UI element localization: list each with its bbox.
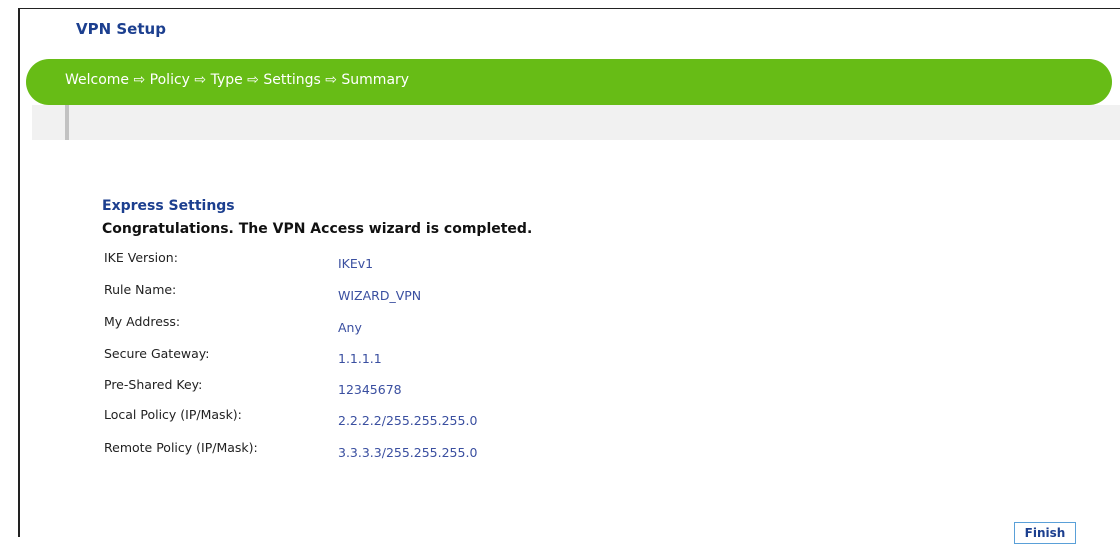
page: VPN Setup Welcome ⇨ Policy ⇨ Type ⇨ Sett… [0, 0, 1120, 544]
pre-shared-key-value: 12345678 [338, 382, 402, 397]
finish-button[interactable]: Finish [1014, 522, 1076, 544]
pre-shared-key-label: Pre-Shared Key: [104, 377, 203, 392]
ike-version-label: IKE Version: [104, 250, 178, 265]
rule-name-label: Rule Name: [104, 282, 177, 297]
divider [65, 105, 69, 140]
section-title: Express Settings [102, 198, 235, 214]
page-title: VPN Setup [76, 20, 166, 38]
completion-message: Congratulations. The VPN Access wizard i… [102, 221, 533, 237]
my-address-value: Any [338, 320, 362, 335]
local-policy-label: Local Policy (IP/Mask): [104, 407, 242, 422]
ike-version-value: IKEv1 [338, 256, 374, 271]
remote-policy-value: 3.3.3.3/255.255.255.0 [338, 445, 478, 460]
wizard-steps-bar: Welcome ⇨ Policy ⇨ Type ⇨ Settings ⇨ Sum… [26, 59, 1112, 105]
rule-name-value: WIZARD_VPN [338, 288, 422, 303]
remote-policy-label: Remote Policy (IP/Mask): [104, 440, 258, 455]
secure-gateway-value: 1.1.1.1 [338, 351, 382, 366]
wizard-steps: Welcome ⇨ Policy ⇨ Type ⇨ Settings ⇨ Sum… [65, 72, 410, 88]
local-policy-value: 2.2.2.2/255.255.255.0 [338, 413, 478, 428]
secure-gateway-label: Secure Gateway: [104, 346, 210, 361]
my-address-label: My Address: [104, 314, 181, 329]
